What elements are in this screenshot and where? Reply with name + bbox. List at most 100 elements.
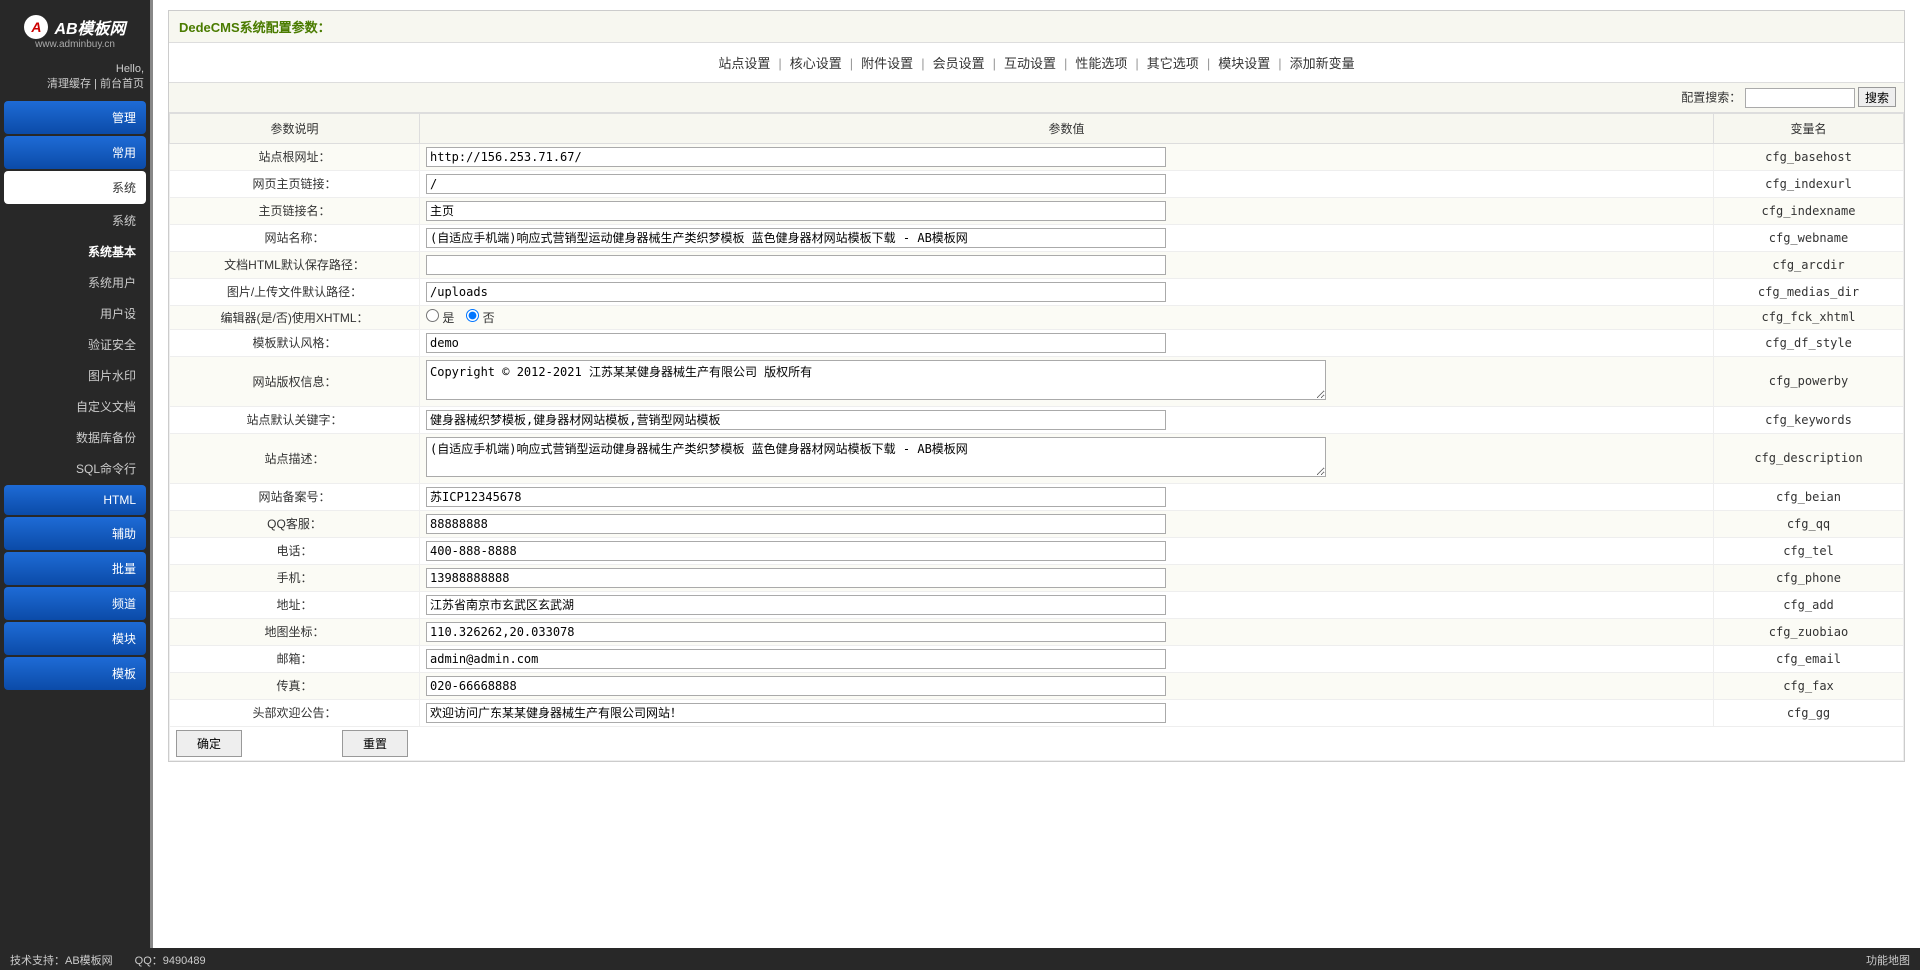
config-row: 模板默认风格：cfg_df_style (170, 329, 1904, 356)
config-input[interactable] (426, 282, 1166, 302)
menu-system[interactable]: 系统 (4, 171, 146, 204)
config-row: 网站版权信息：cfg_powerby (170, 356, 1904, 406)
config-row: 头部欢迎公告：cfg_gg (170, 699, 1904, 726)
config-row: 网页主页链接：cfg_indexurl (170, 170, 1904, 197)
submenu-item[interactable]: 自定义文档 (4, 392, 146, 421)
config-row: 站点默认关键字：cfg_keywords (170, 406, 1904, 433)
config-row: 主页链接名： cfg_indexname (170, 197, 1904, 224)
config-tab[interactable]: 其它选项 (1143, 56, 1203, 71)
config-row: QQ客服： cfg_qq (170, 510, 1904, 537)
row-label: 地图坐标： (170, 618, 420, 645)
row-label: 图片/上传文件默认路径： (170, 278, 420, 305)
menu-channel[interactable]: 频道 (4, 587, 146, 620)
row-varname: cfg_zuobiao (1714, 618, 1904, 645)
row-label: 地址： (170, 591, 420, 618)
submenu-item[interactable]: 系统 (4, 206, 146, 235)
config-textarea[interactable] (426, 437, 1326, 477)
menu-assist[interactable]: 辅助 (4, 517, 146, 550)
submenu-item[interactable]: 图片水印 (4, 361, 146, 390)
row-label: 文档HTML默认保存路径： (170, 251, 420, 278)
reset-button[interactable] (342, 730, 408, 757)
config-input[interactable] (426, 541, 1166, 561)
config-input[interactable] (426, 514, 1166, 534)
front-home-link[interactable]: 前台首页 (100, 78, 144, 90)
config-tab[interactable]: 性能选项 (1071, 56, 1131, 71)
row-value-cell (420, 537, 1714, 564)
config-input[interactable] (426, 703, 1166, 723)
row-varname: cfg_qq (1714, 510, 1904, 537)
search-input[interactable] (1745, 88, 1855, 108)
row-label: 主页链接名： (170, 197, 420, 224)
submenu-item[interactable]: 系统基本 (4, 237, 146, 266)
config-input[interactable] (426, 333, 1166, 353)
submenu-item[interactable]: SQL命令行 (4, 454, 146, 483)
config-tab[interactable]: 模块设置 (1214, 56, 1274, 71)
menu-module[interactable]: 模块 (4, 622, 146, 655)
config-input[interactable] (426, 228, 1166, 248)
menu-batch[interactable]: 批量 (4, 552, 146, 585)
config-input[interactable] (426, 568, 1166, 588)
config-tab[interactable]: 会员设置 (929, 56, 989, 71)
row-value-cell (420, 645, 1714, 672)
row-varname: cfg_indexname (1714, 197, 1904, 224)
submenu-item[interactable]: 系统用户 (4, 268, 146, 297)
config-input[interactable] (426, 649, 1166, 669)
row-varname: cfg_add (1714, 591, 1904, 618)
row-value-cell (420, 672, 1714, 699)
config-input[interactable] (426, 255, 1166, 275)
row-value-cell (420, 510, 1714, 537)
row-label: 站点根网址： (170, 143, 420, 170)
footer: 技术支持：AB模板网 QQ：9490489 功能地图 (0, 948, 1920, 970)
row-varname: cfg_email (1714, 645, 1904, 672)
radio-yes[interactable] (426, 309, 439, 322)
menu-manage[interactable]: 管理 (4, 101, 146, 134)
row-label: 网站名称： (170, 224, 420, 251)
submenu-item[interactable]: 验证安全 (4, 330, 146, 359)
config-input[interactable] (426, 201, 1166, 221)
row-label: 传真： (170, 672, 420, 699)
config-input[interactable] (426, 676, 1166, 696)
footer-map-link[interactable]: 功能地图 (1866, 952, 1910, 966)
config-row: 地图坐标： cfg_zuobiao (170, 618, 1904, 645)
row-value-cell (420, 483, 1714, 510)
row-value-cell (420, 197, 1714, 224)
config-tab[interactable]: 附件设置 (857, 56, 917, 71)
menu-common[interactable]: 常用 (4, 136, 146, 169)
row-value-cell (420, 406, 1714, 433)
row-varname: cfg_powerby (1714, 356, 1904, 406)
config-tab[interactable]: 核心设置 (786, 56, 846, 71)
footer-left: 技术支持：AB模板网 QQ：9490489 (10, 952, 206, 966)
submit-button[interactable] (176, 730, 242, 757)
config-tab[interactable]: 添加新变量 (1286, 56, 1359, 71)
hello-text: Hello, (6, 63, 144, 75)
config-row: 网站名称：cfg_webname (170, 224, 1904, 251)
config-input[interactable] (426, 174, 1166, 194)
radio-no[interactable] (466, 309, 479, 322)
config-input[interactable] (426, 410, 1166, 430)
search-button[interactable] (1858, 87, 1896, 107)
top-links: Hello, 清理缓存 | 前台首页 (0, 55, 150, 99)
row-varname: cfg_df_style (1714, 329, 1904, 356)
row-varname: cfg_description (1714, 433, 1904, 483)
row-value-cell (420, 224, 1714, 251)
config-input[interactable] (426, 622, 1166, 642)
tab-bar: 站点设置|核心设置|附件设置|会员设置|互动设置|性能选项|其它选项|模块设置|… (169, 43, 1904, 82)
row-label: QQ客服： (170, 510, 420, 537)
row-varname: cfg_arcdir (1714, 251, 1904, 278)
config-input[interactable] (426, 147, 1166, 167)
config-input[interactable] (426, 595, 1166, 615)
row-value-cell (420, 356, 1714, 406)
config-tab[interactable]: 互动设置 (1000, 56, 1060, 71)
clear-cache-link[interactable]: 清理缓存 (47, 78, 91, 90)
row-label: 邮箱： (170, 645, 420, 672)
submenu-item[interactable]: 用户设 (4, 299, 146, 328)
row-value-cell (420, 278, 1714, 305)
menu-html[interactable]: HTML (4, 485, 146, 515)
config-row: 站点描述：cfg_description (170, 433, 1904, 483)
submenu-item[interactable]: 数据库备份 (4, 423, 146, 452)
config-input[interactable] (426, 487, 1166, 507)
config-textarea[interactable] (426, 360, 1326, 400)
menu-template[interactable]: 模板 (4, 657, 146, 690)
search-row: 配置搜索： (169, 82, 1904, 113)
config-tab[interactable]: 站点设置 (714, 56, 774, 71)
